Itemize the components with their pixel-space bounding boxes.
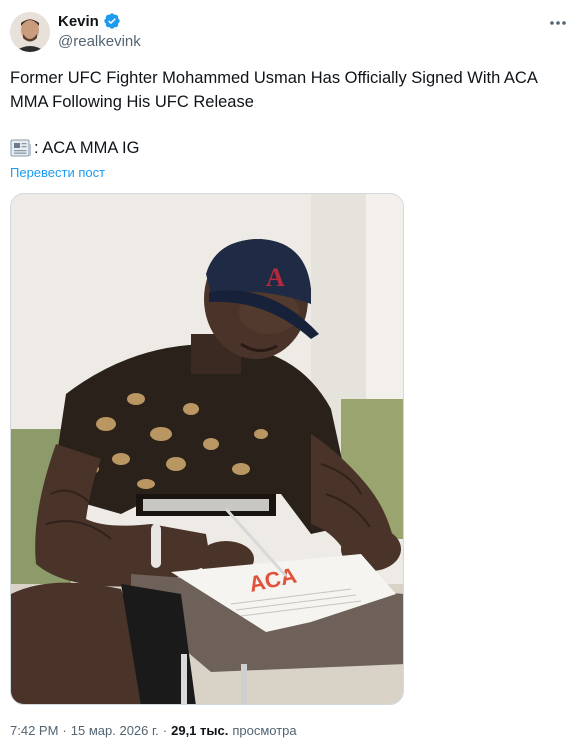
tweet-text: Former UFC Fighter Mohammed Usman Has Of…	[10, 69, 537, 111]
meta-separator: ·	[162, 723, 168, 738]
author-handle[interactable]: @realkevink	[58, 33, 141, 50]
author-name[interactable]: Kevin	[58, 13, 99, 30]
translate-post-link[interactable]: Перевести пост	[10, 165, 105, 180]
newspaper-icon	[10, 139, 31, 157]
tweet-date[interactable]: 15 мар. 2026 г.	[71, 723, 159, 738]
more-options-icon[interactable]	[547, 14, 569, 32]
meta-separator: ·	[62, 723, 67, 738]
views-count: 29,1 тыс.	[171, 723, 229, 738]
cap-logo: A	[266, 263, 285, 292]
tweet-source-line: : ACA MMA IG	[10, 138, 139, 158]
author-avatar[interactable]	[10, 12, 50, 52]
avatar-image	[10, 12, 50, 52]
tweet-source-text: : ACA MMA IG	[34, 138, 140, 157]
views-label: просмотра	[232, 723, 297, 738]
tweet-photo[interactable]: A ACA	[10, 193, 404, 705]
photo-fighter-signing-contract: A ACA	[11, 194, 403, 704]
tweet-meta: 7:42 PM · 15 мар. 2026 г. · 29,1 тыс. пр…	[10, 723, 297, 738]
author-name-row: Kevin	[58, 12, 121, 30]
tweet-time[interactable]: 7:42 PM	[10, 723, 58, 738]
verified-badge-icon	[104, 13, 120, 29]
